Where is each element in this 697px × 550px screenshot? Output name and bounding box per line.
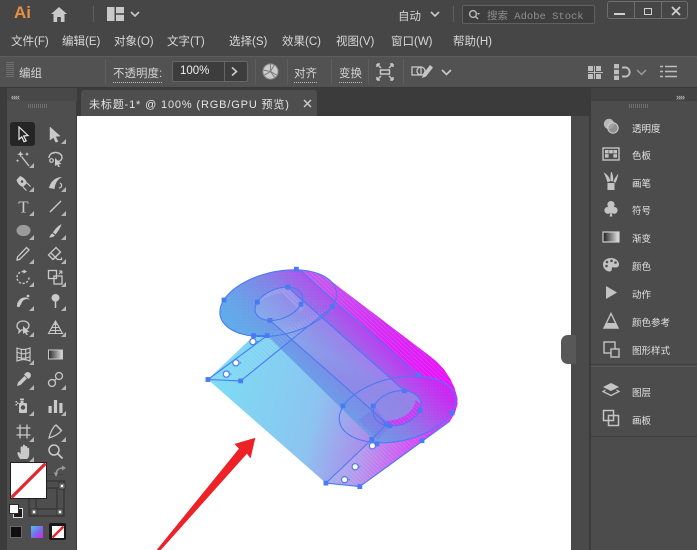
svg-text:T: T bbox=[18, 198, 29, 215]
